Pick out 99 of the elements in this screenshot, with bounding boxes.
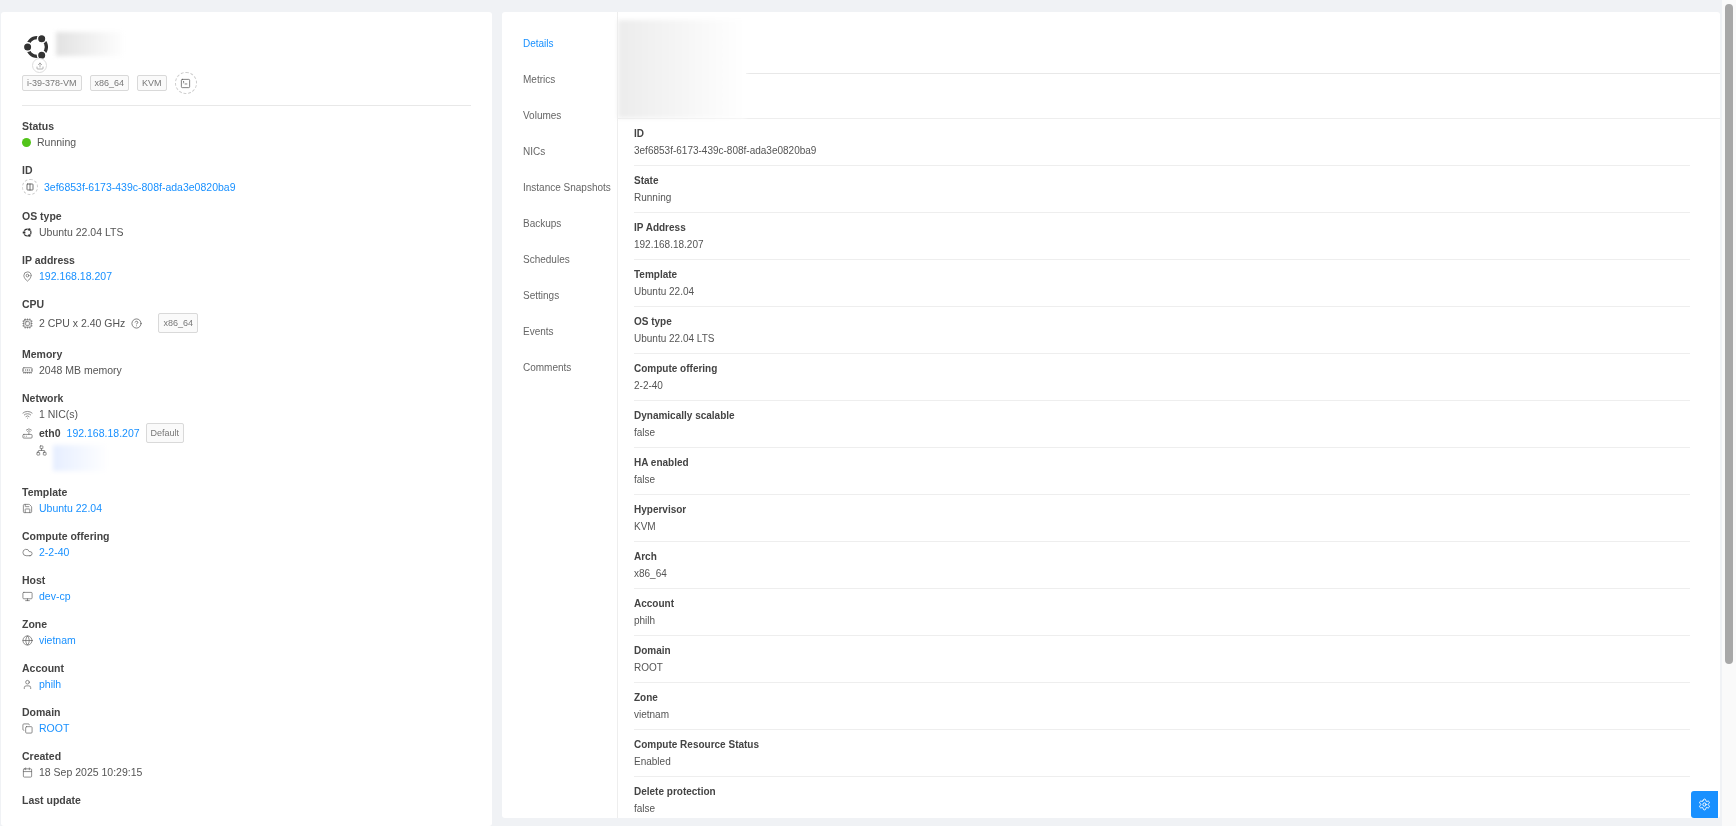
nic-ip-link[interactable]: 192.168.18.207 — [66, 426, 140, 440]
detail-label: Compute offering — [634, 362, 719, 375]
field-link[interactable]: 192.168.18.207 — [39, 269, 112, 283]
field-label: OS type — [22, 209, 63, 223]
field-link[interactable]: philh — [39, 677, 62, 691]
field-label: IP address — [22, 253, 76, 267]
user-icon — [22, 678, 33, 690]
network-icon — [36, 445, 47, 456]
field-label: Compute offering — [22, 529, 111, 543]
detail-label: Delete protection — [634, 785, 717, 798]
settings-icon — [1698, 798, 1711, 811]
field-value: 2 CPU x 2.40 GHz — [39, 316, 126, 330]
default-tag: Default — [145, 423, 185, 443]
field-label: Template — [22, 485, 69, 499]
field-link[interactable]: 2-2-40 — [39, 545, 70, 559]
detail-label: Account — [634, 597, 675, 610]
nav-tab[interactable]: Instance Snapshots — [502, 180, 617, 216]
detail-value: Ubuntu 22.04 — [634, 285, 696, 298]
detail-label: Template — [634, 268, 679, 281]
field-link[interactable]: vietnam — [39, 633, 76, 647]
memory-icon — [22, 364, 33, 376]
detail-label: Domain — [634, 644, 672, 657]
field-label: ID — [22, 163, 34, 177]
cpu-icon — [22, 317, 33, 329]
detail-value: false — [634, 473, 657, 486]
field-label: Created — [22, 749, 63, 763]
save-icon — [22, 502, 33, 514]
arch-tag: x86_64 — [158, 313, 198, 333]
field-link[interactable]: 3ef6853f-6173-439c-808f-ada3e0820ba9 — [44, 180, 236, 194]
detail-label: ID — [634, 127, 645, 140]
detail-label: Arch — [634, 550, 658, 563]
console-button[interactable] — [174, 72, 197, 94]
field-link[interactable]: dev-cp — [39, 589, 71, 603]
cloud-icon — [22, 546, 33, 558]
scrollbar-thumb[interactable] — [1725, 4, 1733, 664]
detail-label: OS type — [634, 315, 673, 328]
detail-value: Enabled — [634, 755, 672, 768]
detail-value: philh — [634, 614, 657, 627]
detail-value: 192.168.18.207 — [634, 238, 705, 251]
scrollbar[interactable] — [1722, 0, 1736, 826]
nic-name: eth0 — [39, 426, 61, 440]
detail-value: Ubuntu 22.04 LTS — [634, 332, 716, 345]
nav-tab[interactable]: Volumes — [502, 108, 617, 144]
nav-tab[interactable]: Settings — [502, 288, 617, 324]
detail-label: Zone — [634, 691, 659, 704]
detail-value: ROOT — [634, 661, 664, 674]
field-label: Account — [22, 661, 65, 675]
detail-value: x86_64 — [634, 567, 668, 580]
monitor-icon — [22, 590, 33, 602]
wifi-icon — [22, 408, 33, 420]
instance-tag: x86_64 — [89, 75, 130, 91]
field-value: Ubuntu 22.04 LTS — [39, 225, 124, 239]
detail-label: State — [634, 174, 660, 187]
detail-value: vietnam — [634, 708, 670, 721]
field-label: Zone — [22, 617, 49, 631]
nav-tab[interactable]: Comments — [502, 360, 617, 396]
field-label: Network — [22, 391, 65, 405]
field-label: Memory — [22, 347, 64, 361]
upload-button[interactable] — [32, 58, 47, 73]
detail-value: Running — [634, 191, 673, 204]
instance-tag: KVM — [137, 75, 167, 91]
field-link[interactable]: ROOT — [39, 721, 70, 735]
nav-tab[interactable]: Backups — [502, 216, 617, 252]
field-label: Host — [22, 573, 47, 587]
field-value: 2048 MB memory — [39, 363, 122, 377]
globe-icon — [22, 634, 33, 646]
nav-tab[interactable]: Events — [502, 324, 617, 360]
detail-label: Compute Resource Status — [634, 738, 761, 751]
ubuntu-logo-icon — [22, 226, 33, 238]
detail-value: 3ef6853f-6173-439c-808f-ada3e0820ba9 — [634, 144, 818, 157]
detail-label: IP Address — [634, 221, 687, 234]
settings-button[interactable] — [1691, 791, 1718, 818]
copy-icon — [22, 722, 33, 734]
detail-value: false — [634, 802, 657, 815]
field-label: Domain — [22, 705, 62, 719]
nav-tab[interactable]: Metrics — [502, 72, 617, 108]
field-label: Last update — [22, 793, 82, 807]
detail-label: Hypervisor — [634, 503, 688, 516]
nic-count: 1 NIC(s) — [39, 407, 79, 421]
detail-label: HA enabled — [634, 456, 690, 469]
field-label: CPU — [22, 297, 46, 311]
help-icon[interactable] — [131, 317, 143, 329]
upload-icon — [35, 61, 44, 70]
detail-label: Dynamically scalable — [634, 409, 736, 422]
field-label: Status — [22, 119, 56, 133]
calendar-icon — [22, 766, 33, 778]
nav-tab[interactable]: Details — [502, 36, 617, 72]
field-link[interactable]: Ubuntu 22.04 — [39, 501, 103, 515]
map-pin-icon — [22, 270, 33, 282]
instance-tag: i-39-378-VM — [22, 75, 82, 91]
detail-value: 2-2-40 — [634, 379, 664, 392]
field-value: 18 Sep 2025 10:29:15 — [39, 765, 143, 779]
status-value: Running — [37, 135, 77, 149]
detail-value: KVM — [634, 520, 657, 533]
nav-tab[interactable]: NICs — [502, 144, 617, 180]
nav-tab[interactable]: Schedules — [502, 252, 617, 288]
detail-value: false — [634, 426, 657, 439]
router-icon — [22, 427, 33, 439]
terminal-icon — [180, 77, 192, 89]
